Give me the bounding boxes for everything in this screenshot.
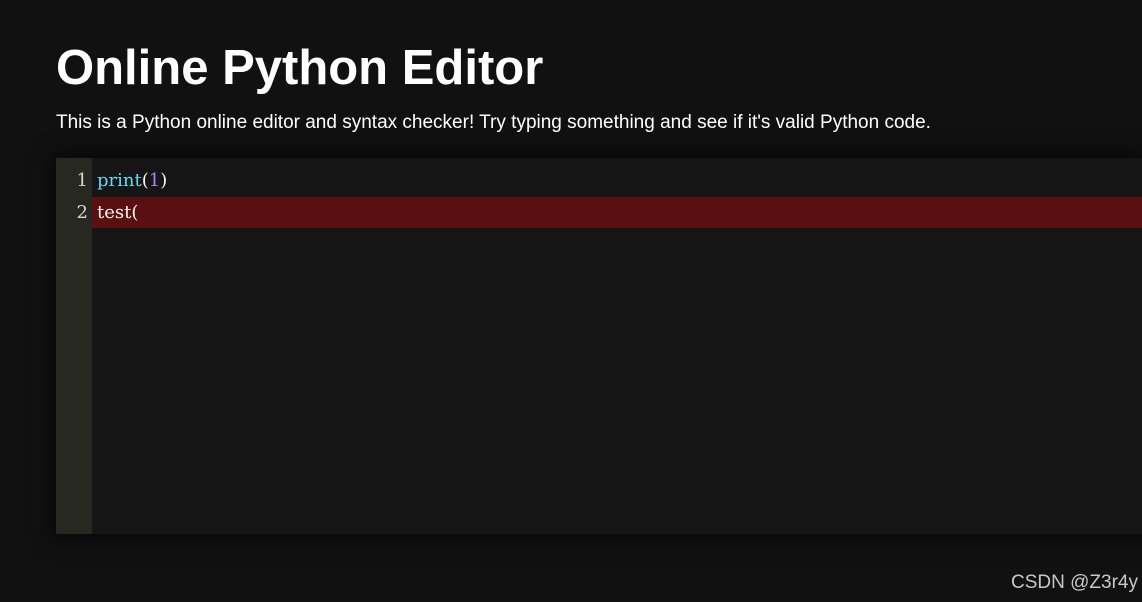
- code-line-2-error[interactable]: test(: [92, 197, 1142, 228]
- code-token-function: print: [97, 170, 142, 191]
- watermark: CSDN @Z3r4y: [1011, 572, 1138, 593]
- code-editor[interactable]: 1 2 print(1) test(: [56, 158, 1142, 534]
- code-token-number: 1: [148, 170, 161, 191]
- code-text-area[interactable]: print(1) test(: [92, 158, 1142, 534]
- line-number-1: 1: [76, 170, 88, 191]
- line-number-2: 2: [76, 202, 88, 223]
- line-number-gutter: 1 2: [56, 158, 92, 534]
- code-token-plain: test(: [97, 202, 139, 223]
- page-title: Online Python Editor: [56, 41, 544, 95]
- page-description: This is a Python online editor and synta…: [56, 112, 931, 133]
- code-line-1[interactable]: print(1): [92, 165, 1142, 196]
- code-token-open-paren: (: [141, 170, 149, 191]
- code-token-close-paren: ): [160, 170, 168, 191]
- page: Online Python Editor This is a Python on…: [0, 0, 1142, 602]
